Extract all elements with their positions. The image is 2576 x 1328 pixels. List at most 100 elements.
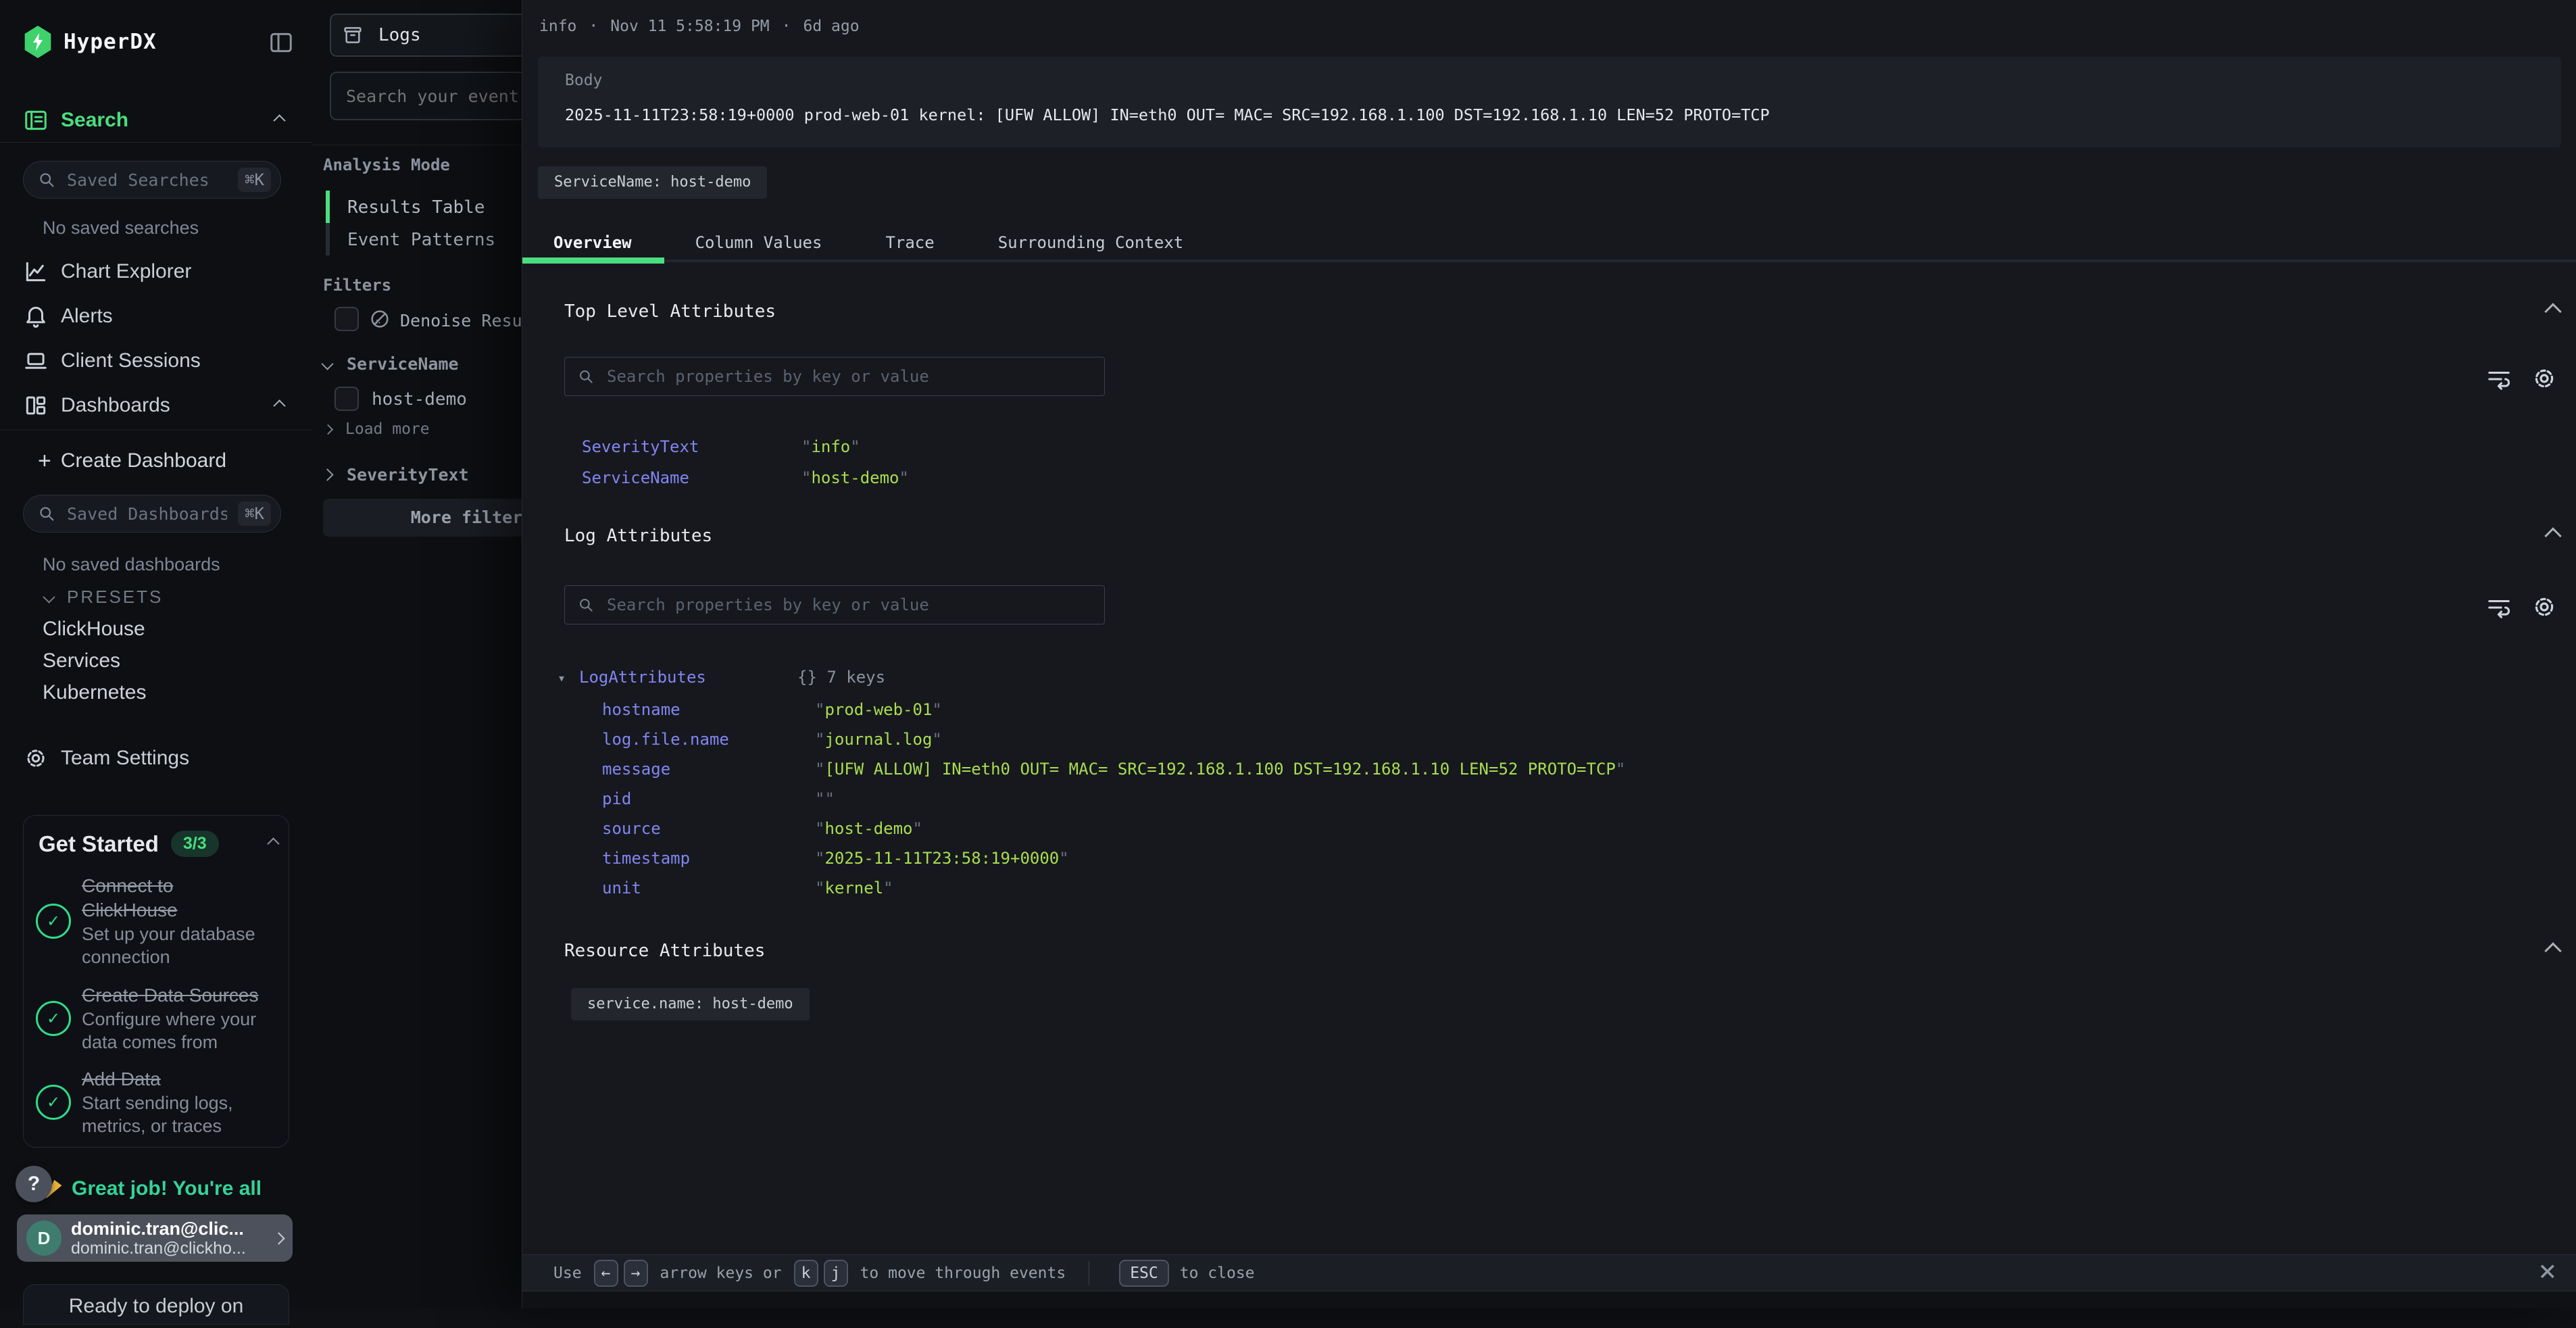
denoise-label[interactable]: Denoise Results (400, 311, 522, 330)
attribute-value[interactable]: kernel (815, 879, 893, 897)
top-level-search-field[interactable] (605, 366, 1092, 387)
tab-overview[interactable]: Overview (522, 223, 664, 262)
analysis-mode-label: Analysis Mode (323, 155, 450, 174)
attribute-value[interactable] (815, 789, 835, 808)
event-search-field[interactable] (345, 86, 522, 107)
close-icon[interactable]: × (2539, 1254, 2557, 1288)
attribute-key[interactable]: unit (602, 873, 815, 903)
attribute-key[interactable]: ServiceName (582, 462, 801, 493)
help-button[interactable]: ? (16, 1166, 52, 1202)
source-select[interactable]: Logs (330, 14, 522, 57)
collapse-section-icon[interactable] (2547, 530, 2559, 545)
attribute-row: pid (602, 784, 835, 814)
key-k[interactable]: k (794, 1260, 818, 1287)
attribute-value[interactable]: info (801, 437, 860, 456)
preset-kubernetes[interactable]: Kubernetes (43, 681, 146, 704)
key-arrow-right[interactable]: → (624, 1260, 648, 1287)
create-dashboard-button[interactable]: + Create Dashboard (38, 446, 226, 476)
filter-group-servicename[interactable]: ServiceName (323, 354, 459, 374)
source-label: Logs (378, 25, 421, 45)
check-circle-icon: ✓ (36, 1001, 71, 1036)
attribute-key[interactable]: pid (602, 784, 815, 814)
wrap-lines-icon[interactable] (2486, 595, 2512, 620)
filter-group-label: ServiceName (347, 354, 459, 374)
saved-searches-input[interactable]: ⌘K (23, 161, 281, 199)
attribute-value[interactable]: journal.log (815, 730, 942, 749)
sidebar-collapse-icon[interactable] (268, 30, 295, 55)
attribute-key[interactable]: timestamp (602, 843, 815, 873)
chevron-up-icon[interactable] (273, 399, 285, 412)
event-search-input[interactable] (330, 72, 522, 120)
attribute-key[interactable]: message (602, 754, 815, 784)
collapse-section-icon[interactable] (2547, 305, 2559, 321)
resource-tag[interactable]: service.name: host-demo (571, 988, 810, 1020)
saved-dashboards-field[interactable] (66, 503, 228, 524)
key-esc[interactable]: ESC (1119, 1260, 1169, 1287)
saved-searches-field[interactable] (66, 170, 228, 191)
top-level-search[interactable] (564, 357, 1105, 396)
attribute-key[interactable]: log.file.name (602, 724, 815, 754)
tab-column-values[interactable]: Column Values (664, 223, 854, 262)
attribute-value[interactable]: prod-web-01 (815, 700, 942, 719)
mode-event-patterns[interactable]: Event Patterns (347, 230, 495, 250)
chevron-up-icon[interactable] (273, 114, 285, 126)
event-detail-panel: info · Nov 11 5:58:19 PM · 6d ago Body 2… (522, 0, 2576, 1308)
attribute-value[interactable]: [UFW ALLOW] IN=eth0 OUT= MAC= SRC=192.16… (815, 760, 1625, 779)
sidebar-item-search[interactable]: Search (23, 105, 291, 135)
wrap-lines-icon[interactable] (2486, 366, 2512, 392)
attribute-key[interactable]: SeverityText (582, 431, 801, 462)
get-started-header[interactable]: Get Started 3/3 (39, 831, 278, 857)
attribute-row: SeverityTextinfo (582, 431, 860, 462)
log-attributes-search[interactable] (564, 585, 1105, 624)
tree-root-key[interactable]: LogAttributes (579, 662, 797, 692)
attribute-value[interactable]: host-demo (801, 468, 909, 487)
sidebar-item-chart-explorer[interactable]: Chart Explorer (23, 257, 291, 287)
get-started-title: Get Started (39, 831, 159, 857)
attribute-key[interactable]: source (602, 814, 815, 843)
tree-root-row[interactable]: ▾LogAttributes{} 7 keys (558, 662, 885, 692)
mode-results-table[interactable]: Results Table (347, 197, 485, 218)
attribute-row: ServiceNamehost-demo (582, 462, 909, 493)
event-timestamp: Nov 11 5:58:19 PM (610, 18, 769, 35)
get-started-card: Get Started 3/3 ✓ Connect to ClickHouse … (23, 815, 289, 1148)
load-more-button[interactable]: Load more (324, 420, 430, 438)
tab-surrounding-context[interactable]: Surrounding Context (966, 223, 1216, 262)
attribute-key[interactable]: hostname (602, 695, 815, 724)
sidebar-item-dashboards[interactable]: Dashboards (23, 391, 291, 420)
host-demo-option[interactable]: host-demo (372, 389, 467, 410)
servicename-tag[interactable]: ServiceName: host-demo (538, 166, 767, 199)
denoise-checkbox[interactable] (335, 307, 359, 331)
footer-move-text: to move through events (860, 1264, 1066, 1282)
sidebar-item-label: Client Sessions (61, 349, 201, 372)
sidebar-item-client-sessions[interactable]: Client Sessions (23, 346, 291, 376)
gear-icon[interactable] (2531, 365, 2558, 392)
checklist-item-sources[interactable]: ✓ Create Data Sources Configure where yo… (36, 983, 271, 1054)
preset-services[interactable]: Services (43, 649, 120, 672)
gear-icon[interactable] (2531, 593, 2558, 620)
sidebar-item-label: Team Settings (61, 747, 189, 770)
sidebar-item-team-settings[interactable]: Team Settings (23, 743, 291, 773)
collapse-section-icon[interactable] (2547, 945, 2559, 960)
host-demo-checkbox[interactable] (335, 387, 359, 411)
chevron-up-icon[interactable] (267, 837, 279, 850)
preset-clickhouse[interactable]: ClickHouse (43, 618, 145, 641)
more-filters-button[interactable]: More filters (323, 499, 522, 537)
checklist-item-connect[interactable]: ✓ Connect to ClickHouse Set up your data… (36, 874, 271, 968)
key-arrow-left[interactable]: ← (594, 1260, 618, 1287)
filter-group-label: SeverityText (347, 465, 469, 485)
saved-dashboards-input[interactable]: ⌘K (23, 495, 281, 533)
checklist-item-add-data[interactable]: ✓ Add Data Start sending logs, metrics, … (36, 1067, 271, 1137)
presets-group-header[interactable]: PRESETS (45, 587, 163, 608)
deploy-note-card[interactable]: Ready to deploy on (23, 1284, 289, 1325)
user-menu[interactable]: D dominic.tran@clic... dominic.tran@clic… (17, 1214, 293, 1262)
filter-group-severitytext[interactable]: SeverityText (323, 465, 469, 485)
attribute-value[interactable]: 2025-11-11T23:58:19+0000 (815, 849, 1069, 868)
log-attributes-search-field[interactable] (605, 595, 1092, 615)
tree-expand-icon[interactable]: ▾ (558, 663, 579, 693)
tab-trace[interactable]: Trace (853, 223, 966, 262)
body-label: Body (565, 72, 602, 89)
key-j[interactable]: j (824, 1260, 848, 1287)
brand: HyperDX (23, 26, 157, 58)
sidebar-item-alerts[interactable]: Alerts (23, 301, 291, 331)
attribute-value[interactable]: host-demo (815, 819, 922, 838)
